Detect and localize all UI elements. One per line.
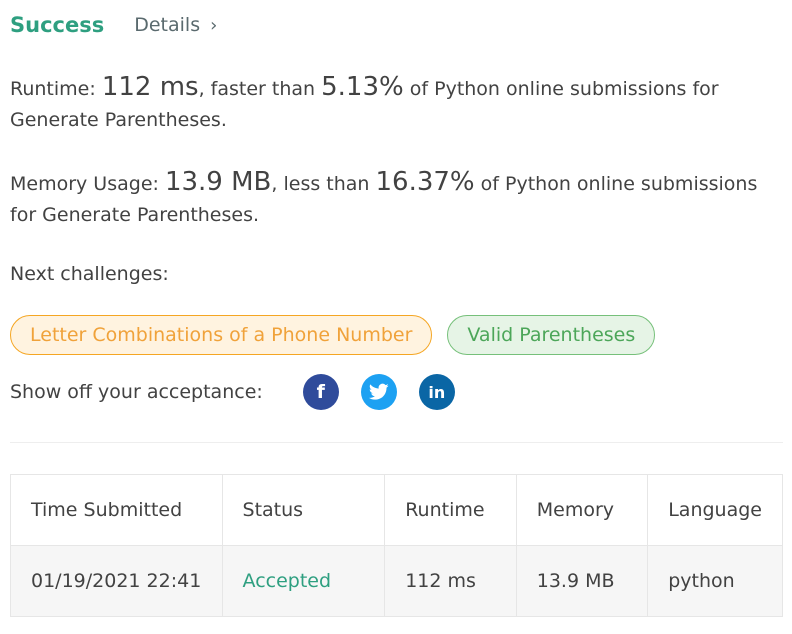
table-header-row: Time Submitted Status Runtime Memory Lan… <box>10 474 783 546</box>
cell-time-submitted: 01/19/2021 22:41 <box>10 545 223 617</box>
header-time-submitted: Time Submitted <box>10 474 223 546</box>
runtime-label: Runtime: <box>10 78 102 100</box>
runtime-value: 112 ms <box>101 72 199 102</box>
twitter-bird-glyph <box>368 383 389 400</box>
runtime-stat: Runtime: 112 ms, faster than 5.13% of Py… <box>10 72 780 136</box>
cell-runtime: 112 ms <box>384 545 517 617</box>
runtime-mid: , faster than <box>198 78 322 100</box>
details-label: Details <box>134 14 201 36</box>
share-section: Show off your acceptance: f in <box>10 372 477 412</box>
memory-stat: Memory Usage: 13.9 MB, less than 16.37% … <box>10 167 780 231</box>
memory-mid: , less than <box>271 173 376 195</box>
cell-memory: 13.9 MB <box>515 545 649 617</box>
memory-label: Memory Usage: <box>10 173 165 195</box>
details-link[interactable]: Details › <box>134 14 217 36</box>
header-runtime: Runtime <box>384 474 517 546</box>
table-row: 01/19/2021 22:41 Accepted 112 ms 13.9 MB… <box>10 545 783 617</box>
linkedin-icon[interactable]: in <box>418 374 455 410</box>
memory-value: 13.9 MB <box>164 167 272 197</box>
next-challenges-label: Next challenges: <box>10 263 169 285</box>
result-header: Success Details › <box>10 10 217 40</box>
share-label: Show off your acceptance: <box>10 381 263 403</box>
runtime-percent: 5.13% <box>321 72 404 102</box>
next-challenges: Letter Combinations of a Phone Number Va… <box>10 315 656 355</box>
header-status: Status <box>221 474 386 546</box>
header-language: Language <box>647 474 783 546</box>
submissions-table: Time Submitted Status Runtime Memory Lan… <box>10 474 783 617</box>
divider <box>10 442 783 443</box>
header-memory: Memory <box>515 474 649 546</box>
challenge-pill-valid-parentheses[interactable]: Valid Parentheses <box>447 315 656 355</box>
cell-language: python <box>647 545 783 617</box>
status-title: Success <box>10 13 105 37</box>
facebook-icon[interactable]: f <box>302 374 339 410</box>
twitter-icon[interactable] <box>360 374 397 410</box>
memory-percent: 16.37% <box>375 167 475 197</box>
chevron-right-icon: › <box>210 14 218 36</box>
cell-status-accepted[interactable]: Accepted <box>221 545 386 617</box>
challenge-pill-letter-combinations[interactable]: Letter Combinations of a Phone Number <box>10 315 433 355</box>
